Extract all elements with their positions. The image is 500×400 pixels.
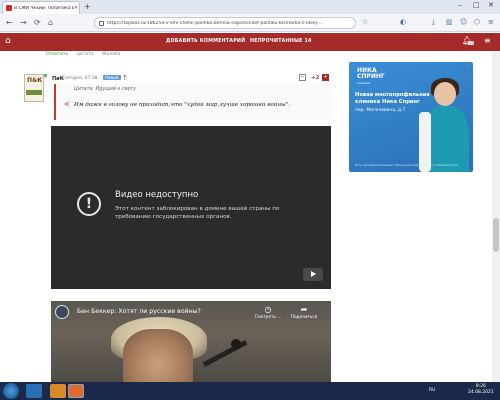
browser-toolbar: ← → ⟳ ⌂ https://topwar.ru/186250-v-smi-c… [0, 14, 500, 32]
unread-link[interactable]: НЕПРОЧИТАННЫЕ 14 [250, 39, 312, 44]
bookmark-star-icon[interactable]: ☆ [362, 18, 368, 26]
clock-date: 24.08.2021 [468, 390, 494, 395]
site-favicon-icon [6, 5, 12, 11]
avatar-text: П&К [27, 77, 43, 84]
ie-taskbar-icon[interactable] [26, 384, 42, 398]
url-text: https://topwar.ru/186250-v-smi-chehii-po… [107, 20, 324, 26]
quote-source: Цитата: Идущий к свету [74, 87, 136, 92]
back-icon[interactable]: ← [6, 18, 13, 27]
microphone-icon [231, 339, 241, 349]
reload-icon[interactable]: ⟳ [34, 18, 41, 27]
reply-link[interactable]: Ответить [46, 52, 68, 57]
home-icon[interactable]: ⌂ [48, 18, 53, 27]
blocked-video-player[interactable]: ! Видео недоступно Этот контент заблокир… [51, 126, 331, 289]
share-icon: ➦ [300, 305, 308, 314]
notifications-count: 15 [468, 41, 475, 45]
quote-text: Им даже в голову не приходит,что "худой … [74, 102, 291, 108]
maximize-icon[interactable]: □ [473, 1, 480, 9]
site-header: ⌂ ДОБАВИТЬ КОММЕНТАРИЙ НЕПРОЧИТАННЫЕ 14 … [0, 33, 500, 51]
language-indicator[interactable]: RU [429, 388, 435, 393]
new-tab-icon[interactable]: + [84, 2, 91, 11]
video-title[interactable]: Бен Беккер: Хотят ли русские войны? [77, 308, 201, 315]
avatar[interactable]: П&К [24, 74, 44, 102]
new-badge: Новый [103, 75, 121, 80]
video-unavailable-title: Видео недоступно [115, 190, 199, 200]
comment-rating: +2 [311, 75, 320, 81]
video-thumbnail-face [123, 329, 193, 382]
share-button[interactable]: ➦ Поделиться [289, 305, 319, 319]
quote-mark-icon: « [64, 99, 71, 110]
ad-logo-tag: клиника [357, 81, 371, 85]
tab-title: В СМИ Чехии: Политика Берл [14, 5, 74, 11]
translate-icon[interactable]: ◐ [400, 18, 406, 26]
lock-icon [99, 20, 104, 26]
youtube-logo-icon[interactable] [303, 268, 323, 281]
downloads-icon[interactable]: ⤓ [432, 18, 435, 27]
start-button-icon[interactable] [3, 383, 19, 399]
ad-address: пер. Могилевича, д.7 [355, 108, 406, 113]
library-icon[interactable]: ▥ [446, 18, 453, 26]
rank-icon [26, 90, 42, 95]
account-icon[interactable]: ☺ [460, 18, 467, 26]
forward-icon[interactable]: → [20, 18, 27, 27]
add-comment-link[interactable]: ДОБАВИТЬ КОММЕНТАРИЙ [166, 39, 245, 44]
ad-disclaimer: Есть противопоказания. Проконсультируйте… [355, 163, 458, 167]
page-scrollbar[interactable] [492, 51, 500, 382]
video-player[interactable]: Бен Беккер: Хотят ли русские войны? ◷ См… [51, 301, 331, 382]
video-unavailable-message: Этот контент заблокирован в домене вашей… [115, 206, 280, 220]
address-bar[interactable]: https://topwar.ru/186250-v-smi-chehii-po… [94, 17, 356, 29]
ad-logo: НИКА СПРИНГ клиника [357, 68, 385, 86]
watch-later-label: Смотреть ... [254, 314, 282, 319]
vote-down-button[interactable]: − [299, 74, 306, 81]
share-label: Поделиться [290, 314, 318, 319]
os-taskbar: RU 8:26 24.08.2021 [0, 382, 500, 400]
quote-link[interactable]: Цитата [76, 52, 93, 57]
ad-info-icon[interactable]: ⓘ [466, 63, 470, 69]
clock-icon: ◷ [264, 305, 272, 314]
comment-date: Сегодня, 07:38 [62, 76, 98, 81]
browser-tabbar: В СМИ Чехии: Политика Берл ✕ + – □ ✕ [0, 0, 500, 14]
scrollbar-thumb[interactable] [493, 218, 499, 252]
explorer-taskbar-icon[interactable] [50, 384, 66, 398]
comment-quote: Цитата: Идущий к свету « Им даже в голов… [54, 84, 332, 120]
online-status-icon [44, 74, 47, 77]
channel-avatar[interactable] [55, 305, 69, 319]
report-link[interactable]: Жалоба [102, 52, 121, 57]
window-close-icon[interactable]: ✕ [488, 1, 494, 9]
prev-comment-actions: Ответить Цитата Жалоба [46, 52, 120, 57]
ad-doctor-face [434, 82, 456, 106]
arrow-up-icon[interactable]: ↑ [122, 74, 128, 82]
ad-headline: Новая многопрофильная клиника Ника Сприн… [355, 92, 430, 105]
watch-later-button[interactable]: ◷ Смотреть ... [253, 305, 283, 319]
ad-logo-line2: СПРИНГ [357, 73, 385, 80]
vote-up-button[interactable]: + [322, 74, 329, 81]
alert-icon: ! [77, 192, 101, 216]
firefox-taskbar-icon[interactable] [68, 384, 84, 398]
browser-tab[interactable]: В СМИ Чехии: Политика Берл ✕ [2, 1, 80, 14]
browser-menu-icon[interactable]: ≡ [488, 18, 494, 26]
minimize-icon[interactable]: – [458, 1, 462, 9]
tab-close-icon[interactable]: ✕ [74, 5, 78, 11]
extensions-icon[interactable]: ⬡ [474, 18, 480, 26]
advertisement-banner[interactable]: НИКА СПРИНГ клиника Новая многопрофильна… [349, 62, 473, 172]
system-clock[interactable]: 8:26 24.08.2021 [468, 384, 494, 396]
site-menu-icon[interactable]: ≡ [484, 36, 491, 45]
site-home-icon[interactable]: ⌂ [5, 36, 11, 46]
